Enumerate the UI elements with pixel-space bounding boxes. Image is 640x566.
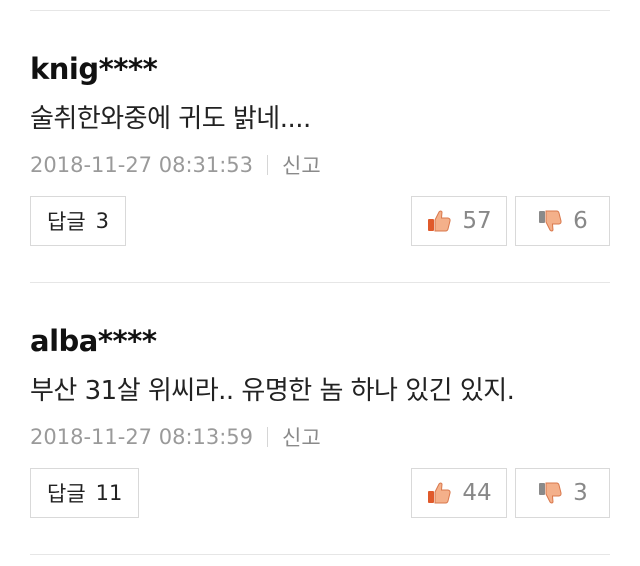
report-link[interactable]: 신고 <box>282 422 321 452</box>
comment-meta: 2018-11-27 08:31:53 신고 <box>30 150 321 180</box>
comment-text: 부산 31살 위씨라.. 유명한 놈 하나 있긴 있지. <box>30 376 515 406</box>
like-button[interactable]: 57 <box>411 196 507 246</box>
top-divider <box>30 10 610 11</box>
comment-item: alba**** 부산 31살 위씨라.. 유명한 놈 하나 있긴 있지. 20… <box>30 324 610 566</box>
thumbs-down-icon <box>539 482 562 504</box>
meta-separator <box>267 155 269 175</box>
reply-button[interactable]: 답글 3 <box>30 196 127 246</box>
comment-divider <box>30 282 610 283</box>
reply-count: 3 <box>95 209 110 233</box>
comment-meta: 2018-11-27 08:13:59 신고 <box>30 422 321 452</box>
dislike-button[interactable]: 6 <box>515 196 610 246</box>
report-link[interactable]: 신고 <box>282 150 321 180</box>
comment-author[interactable]: alba**** <box>30 324 157 358</box>
reply-count: 11 <box>95 481 123 505</box>
comment-timestamp: 2018-11-27 08:13:59 <box>30 425 254 449</box>
thumbs-up-icon <box>428 210 451 232</box>
dislike-count: 3 <box>573 480 588 506</box>
thumbs-up-icon <box>428 482 451 504</box>
like-count: 44 <box>462 480 492 506</box>
reply-button[interactable]: 답글 11 <box>30 468 140 518</box>
dislike-button[interactable]: 3 <box>515 468 610 518</box>
comment-text: 술취한와중에 귀도 밝네.... <box>30 104 311 134</box>
bottom-divider <box>30 554 610 555</box>
comment-author[interactable]: knig**** <box>30 52 158 86</box>
thumbs-down-icon <box>539 210 562 232</box>
comment-timestamp: 2018-11-27 08:31:53 <box>30 153 254 177</box>
dislike-count: 6 <box>573 208 588 234</box>
reply-label: 답글 <box>47 482 86 506</box>
like-button[interactable]: 44 <box>411 468 507 518</box>
reply-label: 답글 <box>47 210 86 234</box>
meta-separator <box>267 427 269 447</box>
like-count: 57 <box>462 208 492 234</box>
